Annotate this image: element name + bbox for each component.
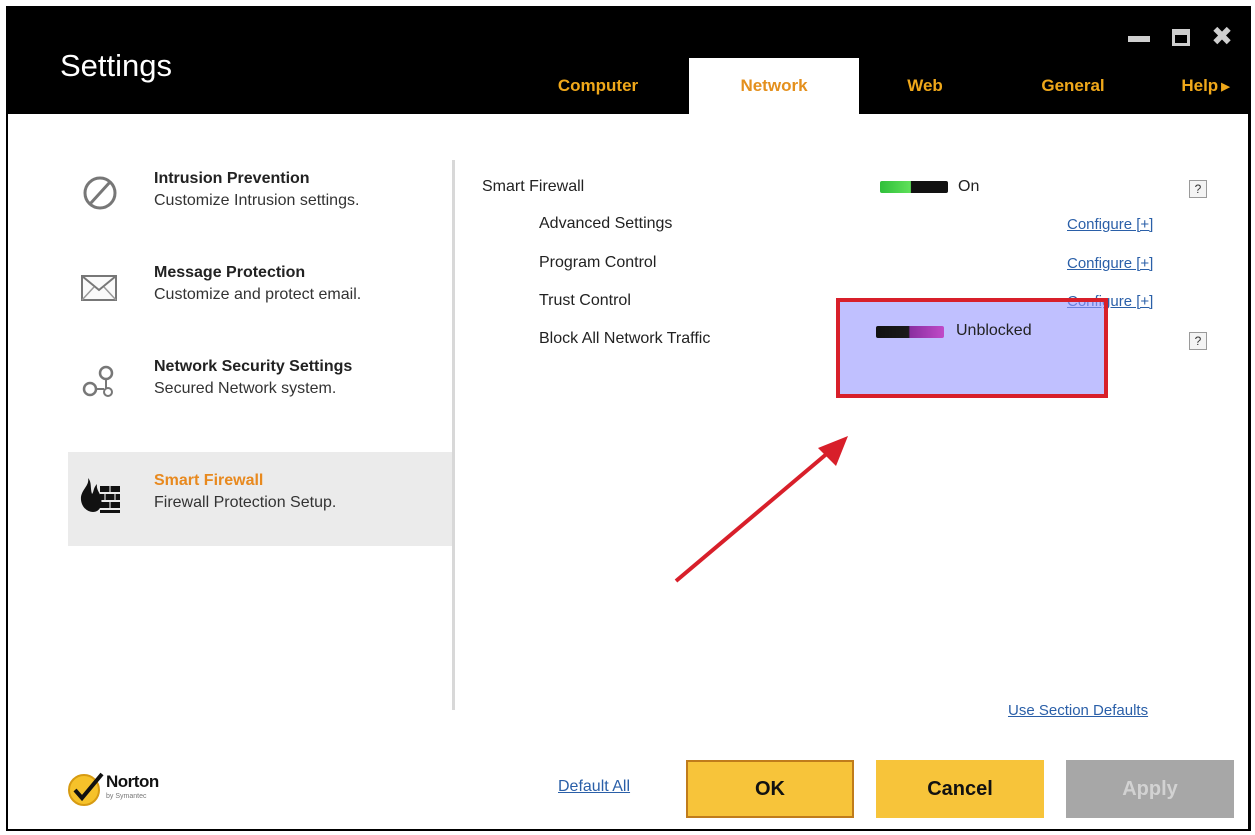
tab-computer[interactable]: Computer <box>528 58 668 114</box>
sidebar-item-title: Network Security Settings <box>154 358 353 375</box>
block-all-toggle[interactable] <box>876 326 944 338</box>
tab-general[interactable]: General <box>998 58 1148 114</box>
tab-network[interactable]: Network <box>689 58 859 114</box>
tab-web[interactable]: Web <box>860 58 990 114</box>
help-icon[interactable]: ? <box>1189 332 1207 350</box>
sidebar-item-title: Smart Firewall <box>154 472 264 489</box>
network-nodes-icon <box>82 365 114 397</box>
close-icon[interactable]: ✖ <box>1207 22 1237 52</box>
firewall-flame-icon <box>80 478 120 513</box>
sidebar-item-desc: Customize Intrusion settings. <box>154 192 360 209</box>
tab-computer-label: Computer <box>557 76 639 95</box>
program-control-label: Program Control <box>539 254 657 271</box>
main-panel: Smart Firewall On ? Advanced Settings Co… <box>455 114 1253 734</box>
tab-network-label: Network <box>740 76 808 95</box>
sidebar-item-network-security-settings[interactable]: Network Security Settings Secured Networ… <box>68 338 454 432</box>
smart-firewall-state: On <box>958 178 980 195</box>
cancel-button[interactable]: Cancel <box>876 760 1044 818</box>
block-all-network-traffic-label: Block All Network Traffic <box>539 330 711 347</box>
tab-help-label: Help <box>1181 76 1219 95</box>
trust-control-label: Trust Control <box>539 292 631 309</box>
sidebar-item-desc: Firewall Protection Setup. <box>154 494 337 511</box>
red-arrow-annotation <box>674 436 848 583</box>
block-all-state: Unblocked <box>956 322 1032 339</box>
window-title: Settings <box>60 48 173 83</box>
tab-help[interactable]: Help ▶ <box>1158 58 1253 114</box>
sidebar-item-title: Message Protection <box>154 264 306 281</box>
tab-web-label: Web <box>907 76 943 95</box>
chevron-right-icon: ▶ <box>1221 80 1230 93</box>
advanced-settings-configure-link[interactable]: Configure [+] <box>1067 216 1153 233</box>
settings-window: Settings ✖ Computer Network Web General … <box>6 6 1251 831</box>
default-all-link[interactable]: Default All <box>558 778 630 796</box>
advanced-settings-label: Advanced Settings <box>539 215 673 232</box>
apply-button[interactable]: Apply <box>1066 760 1234 818</box>
sidebar-item-message-protection[interactable]: Message Protection Customize and protect… <box>68 244 454 338</box>
sidebar-item-desc: Customize and protect email. <box>154 286 362 303</box>
sidebar-item-smart-firewall[interactable]: Smart Firewall Firewall Protection Setup… <box>68 452 454 546</box>
help-icon[interactable]: ? <box>1189 180 1207 198</box>
envelope-icon <box>81 275 117 301</box>
sidebar: Intrusion Prevention Customize Intrusion… <box>8 114 454 714</box>
norton-logo: Norton by Symantec <box>66 766 206 810</box>
use-section-defaults-link[interactable]: Use Section Defaults <box>1008 702 1148 719</box>
program-control-configure-link[interactable]: Configure [+] <box>1067 255 1153 272</box>
sidebar-item-title: Intrusion Prevention <box>154 170 310 187</box>
sidebar-item-desc: Secured Network system. <box>154 380 337 397</box>
smart-firewall-label: Smart Firewall <box>482 178 585 195</box>
ok-button[interactable]: OK <box>686 760 854 818</box>
maximize-icon[interactable] <box>1166 22 1196 52</box>
sidebar-item-intrusion-prevention[interactable]: Intrusion Prevention Customize Intrusion… <box>68 150 454 244</box>
minimize-icon[interactable] <box>1124 22 1154 52</box>
tab-general-label: General <box>1041 76 1105 95</box>
smart-firewall-toggle[interactable] <box>880 181 948 193</box>
highlight-box <box>836 298 1108 398</box>
title-bar: Settings ✖ Computer Network Web General … <box>8 8 1248 114</box>
norton-check-icon <box>68 772 104 806</box>
logo-sub: by Symantec <box>106 793 147 800</box>
prohibited-icon <box>83 176 117 210</box>
logo-brand: Norton <box>106 772 159 791</box>
